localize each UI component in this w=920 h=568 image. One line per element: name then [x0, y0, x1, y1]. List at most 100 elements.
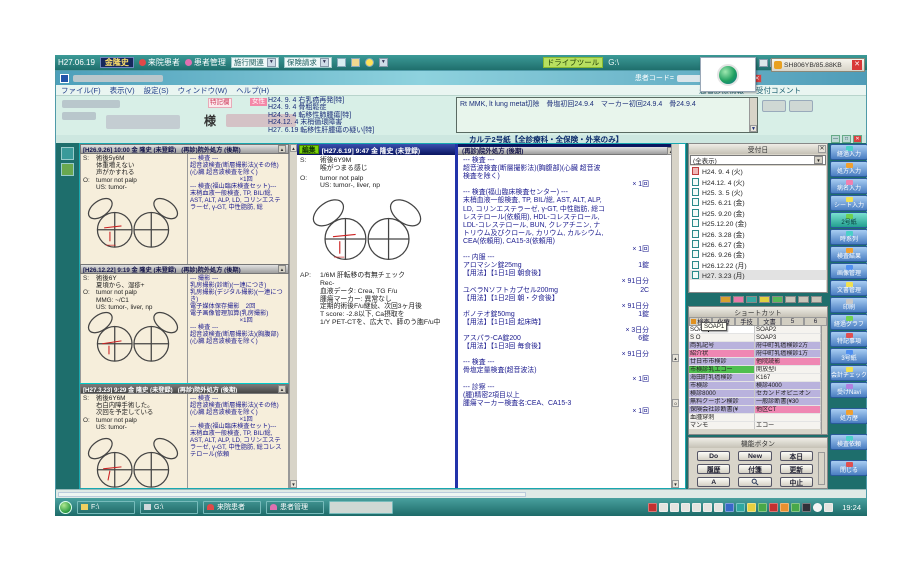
shortcut-cell[interactable]: 紹介状: [689, 350, 755, 358]
minimize-icon[interactable]: [759, 59, 768, 67]
tray-icon[interactable]: [681, 503, 690, 512]
tray-icon[interactable]: [659, 503, 668, 512]
shortcut-cell[interactable]: SOAP3: [755, 334, 821, 342]
sidebar-button[interactable]: シート入力: [830, 195, 867, 211]
tray-icon[interactable]: [780, 503, 789, 512]
tray-icon[interactable]: [703, 503, 712, 512]
record-header[interactable]: [H26.9.26] 10:00 金 隆史 (未登録) (再診)院外処方 (後期…: [80, 144, 289, 154]
shortcut-cell[interactable]: 検診8000: [689, 390, 755, 398]
tab-bunsho[interactable]: 文書: [758, 317, 781, 326]
tray-icon[interactable]: [824, 503, 833, 512]
scroll-up-icon[interactable]: ▲: [278, 145, 286, 153]
palette-button[interactable]: [785, 296, 796, 303]
sidebar-button[interactable]: 文書管理: [830, 280, 867, 296]
taskbar-button-g-drive[interactable]: G:\: [140, 501, 198, 514]
current-record-header[interactable]: 編集 [H27.6.19] 9:47 金 隆史 (未登録): [297, 144, 455, 155]
sidebar-button[interactable]: 3号紙: [830, 348, 867, 364]
history-button[interactable]: 履歴: [697, 464, 730, 474]
reception-date-item[interactable]: H24. 9. 4 (火): [690, 166, 826, 176]
shortcut-cell[interactable]: 他区CT: [755, 406, 821, 414]
palette-button[interactable]: [811, 296, 822, 303]
tray-icon[interactable]: [813, 503, 822, 512]
palette-button[interactable]: [733, 296, 744, 303]
desktop-shortcut-icon[interactable]: [61, 147, 74, 160]
shortcut-cell[interactable]: 府中町乳癌検診2方: [755, 342, 821, 350]
scroll-down-icon[interactable]: ▼: [672, 480, 679, 488]
reception-date-item[interactable]: H25. 6.21 (金): [690, 197, 826, 207]
scrollbar[interactable]: ▼: [749, 98, 757, 132]
tab-5[interactable]: 5: [781, 317, 804, 326]
refresh-button[interactable]: 更新: [780, 464, 813, 474]
restore-icon[interactable]: □: [842, 135, 851, 143]
tray-icon[interactable]: [692, 503, 701, 512]
sidebar-button[interactable]: 画像管理: [830, 263, 867, 279]
reception-date-item[interactable]: H25. 9.20 (金): [690, 208, 826, 218]
reception-date-item[interactable]: H26. 6.27 (金): [690, 239, 826, 249]
shortcut-cell[interactable]: エコー: [755, 422, 821, 429]
scroll-up-icon[interactable]: ▲: [278, 385, 286, 393]
sticky-note-button[interactable]: 付箋: [738, 464, 771, 474]
reception-date-item[interactable]: H26. 3.28 (金): [690, 228, 826, 238]
shortcut-cell[interactable]: 市検診: [689, 382, 755, 390]
record-header[interactable]: [H26.12.22] 9:19 金 隆史 (未登録) (再診)院外処方 (後期…: [80, 264, 289, 274]
new-button[interactable]: New: [738, 451, 771, 461]
tray-icon[interactable]: [736, 503, 745, 512]
reception-date-item[interactable]: H26.12.22 (月): [690, 260, 826, 270]
shortcut-cell[interactable]: 一般診断書(¥30: [755, 398, 821, 406]
tray-icon[interactable]: [791, 503, 800, 512]
reception-comment-link[interactable]: 受付コメント: [756, 85, 801, 96]
scroll-up-icon[interactable]: ▲: [672, 354, 679, 362]
scroll-down-icon[interactable]: ▼: [290, 480, 297, 488]
menu-item[interactable]: ヘルプ(H): [236, 85, 269, 96]
orders-header[interactable]: (再診)院外処方 (後期) ▲: [458, 144, 679, 155]
reception-filter-select[interactable]: (全表示)▼: [690, 155, 826, 165]
tab-shugi[interactable]: 手技: [735, 317, 758, 326]
scroll-up-icon[interactable]: ▲: [278, 265, 286, 273]
drive-tool-label[interactable]: ドライブツール: [543, 57, 604, 68]
shortcut-cell[interactable]: マンモ: [689, 422, 755, 429]
tab-6[interactable]: 6: [804, 317, 827, 326]
shortcut-cell[interactable]: K167: [755, 374, 821, 382]
patient-comment-box[interactable]: Rt MMK, lt lung meta切除 骨塩初回24.9.4 マーカー初回…: [456, 97, 758, 133]
menu-item[interactable]: 設定(S): [144, 85, 169, 96]
blurred-button[interactable]: [762, 100, 786, 112]
record-header[interactable]: [H27.3.23] 9:29 金 隆史 (未登録) (再診)院外処方 (後期)…: [80, 384, 289, 394]
tray-icon[interactable]: [758, 503, 767, 512]
sidebar-button[interactable]: 病名入力: [830, 178, 867, 194]
history-scrollbar[interactable]: ▲ ▼: [289, 144, 297, 488]
shortcut-cell[interactable]: セカンドオピニオン: [755, 390, 821, 398]
folder-icon[interactable]: [351, 58, 360, 67]
reception-date-item[interactable]: H25.12.20 (金): [690, 218, 826, 228]
shortcut-cell[interactable]: 廿日市市検診: [689, 358, 755, 366]
shortcut-cell[interactable]: 両乳記号: [689, 342, 755, 350]
desktop-shortcut-icon[interactable]: [61, 163, 74, 176]
function-scrollbar[interactable]: [818, 452, 825, 485]
shortcut-cell[interactable]: SOAP2: [755, 326, 821, 334]
sidebar-button[interactable]: 検査依頼: [830, 434, 867, 450]
reception-date-item[interactable]: H27. 3.23 (月): [690, 270, 826, 280]
sidebar-button[interactable]: 受けNavi: [830, 382, 867, 398]
reception-date-item[interactable]: H26. 9.26 (金): [690, 249, 826, 259]
shortcut-cell[interactable]: 府中町乳癌検診1方: [755, 350, 821, 358]
taskbar-button-patient-management[interactable]: 患者管理: [266, 501, 324, 514]
file-transfer-window[interactable]: SH806YB/85.88KB ✕: [771, 58, 865, 72]
dropdown-procedure[interactable]: 施行関連▼: [231, 57, 279, 68]
sidebar-button[interactable]: 検査結果: [830, 246, 867, 262]
palette-button[interactable]: [772, 296, 783, 303]
taskbar-button-visiting-patients[interactable]: 来院患者: [203, 501, 261, 514]
sidebar-button[interactable]: 2号紙: [830, 212, 867, 228]
tray-icon[interactable]: [714, 503, 723, 512]
cancel-button[interactable]: 中止: [780, 477, 813, 487]
globe-window[interactable]: [700, 57, 756, 92]
taskbar-button-blurred[interactable]: [329, 501, 393, 514]
scroll-thumb[interactable]: o: [672, 399, 679, 407]
sidebar-button[interactable]: 閉じる: [830, 460, 867, 476]
tray-icon[interactable]: [725, 503, 734, 512]
blurred-button[interactable]: [789, 100, 813, 112]
sidebar-button[interactable]: 経過グラフ: [830, 314, 867, 330]
sidebar-button[interactable]: 特記事項: [830, 331, 867, 347]
menu-item[interactable]: 表示(V): [110, 85, 135, 96]
shortcut-cell[interactable]: 開放型Ⅰ: [755, 366, 821, 374]
shortcut-cell[interactable]: 海田町乳癌検診: [689, 374, 755, 382]
palette-button[interactable]: [759, 296, 770, 303]
